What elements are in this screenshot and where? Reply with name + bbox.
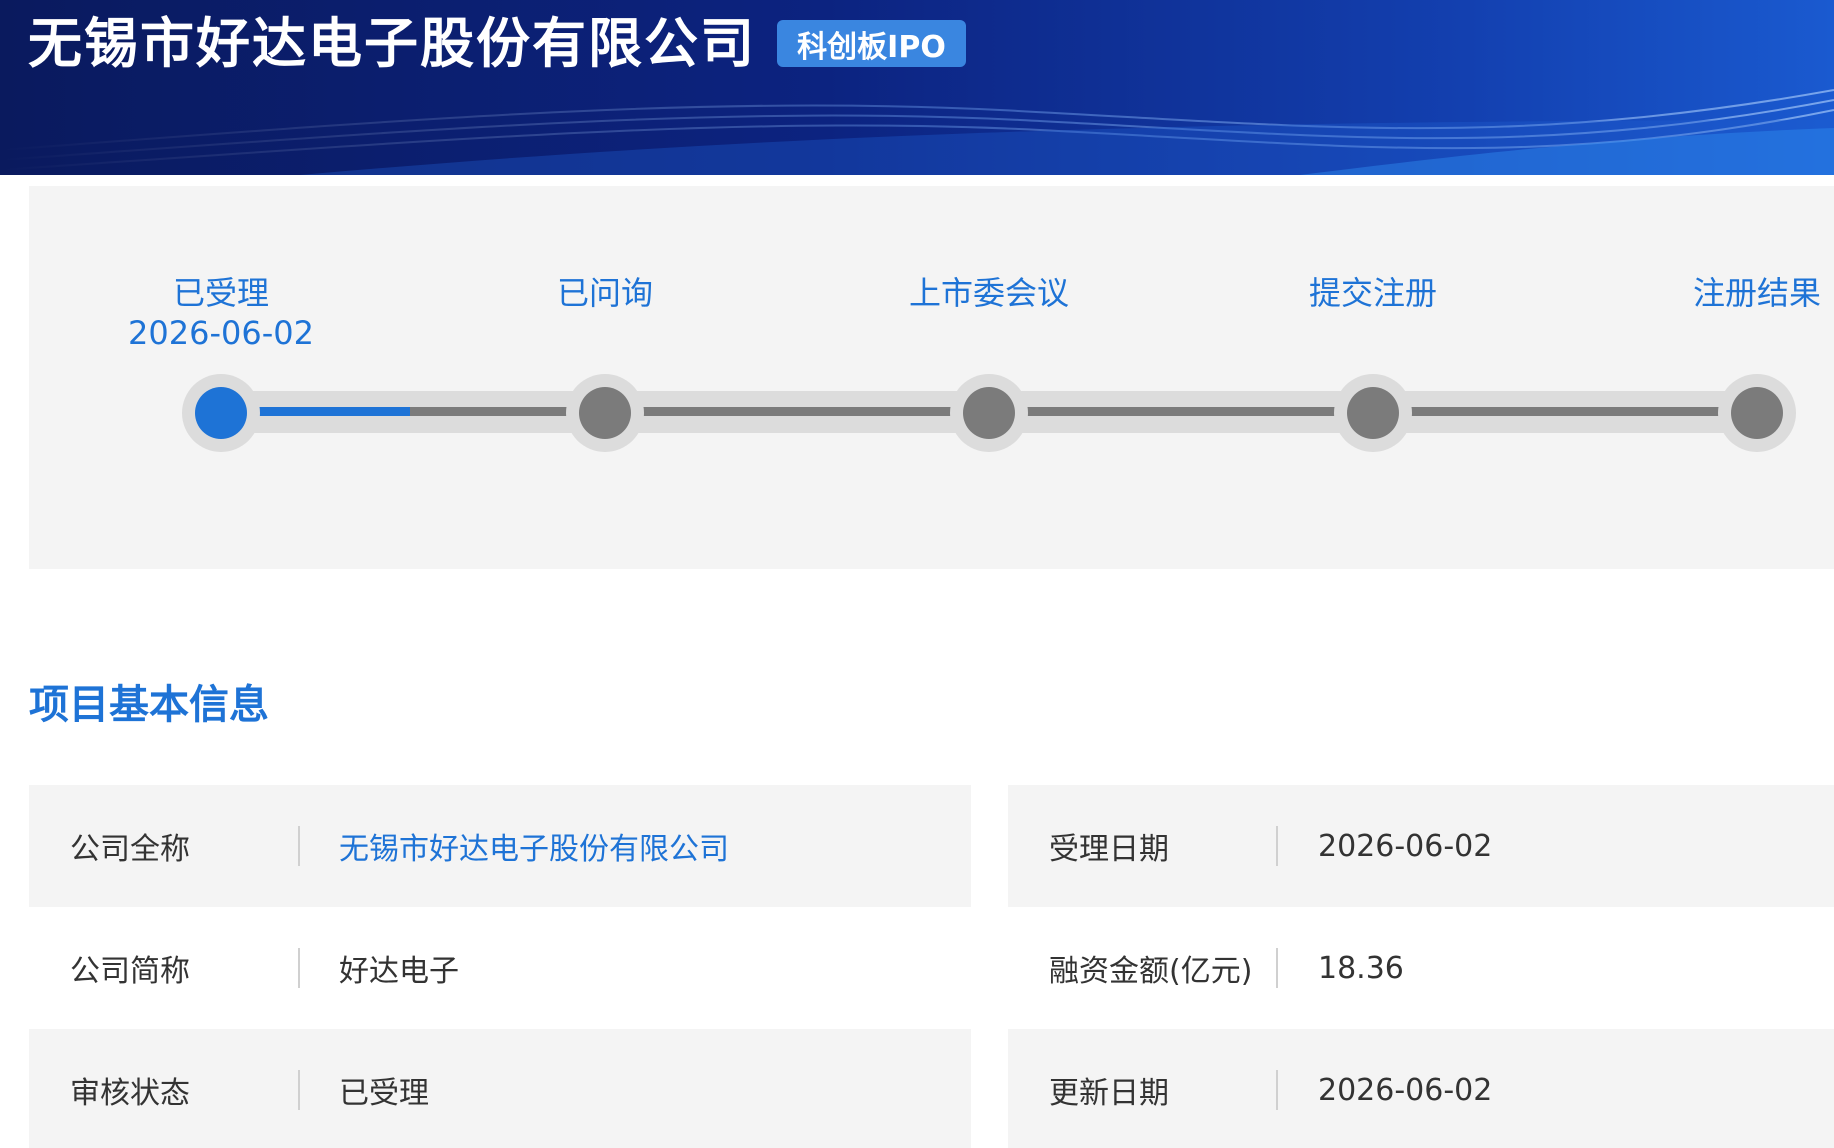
step-dot <box>963 387 1015 439</box>
info-row-update-date: 更新日期 2026-06-02 <box>1008 1029 1834 1148</box>
review-progress-panel: 已受理 2026-06-02 已问询 上市委会议 提交注册 注册结果 <box>29 186 1834 569</box>
info-label: 公司全称 <box>70 832 190 867</box>
step-label-submit-registration: 提交注册 <box>1308 274 1438 312</box>
step-node-inquired <box>566 374 644 452</box>
company-full-name-link[interactable]: 无锡市好达电子股份有限公司 <box>339 824 729 868</box>
step-label-registration-result: 注册结果 <box>1692 274 1822 312</box>
info-value: 2026-06-02 <box>1318 828 1493 864</box>
page-title: 无锡市好达电子股份有限公司 <box>28 12 756 75</box>
info-divider <box>298 826 300 866</box>
step-node-accepted <box>182 374 260 452</box>
board-badge: 科创板IPO <box>777 20 966 67</box>
info-row-financing-amount: 融资金额(亿元) 18.36 <box>1008 907 1834 1029</box>
info-divider <box>298 1070 300 1110</box>
step-label-listing-committee: 上市委会议 <box>908 274 1070 312</box>
info-label: 融资金额(亿元) <box>1049 954 1253 989</box>
ipo-detail-page: 无锡市好达电子股份有限公司 科创板IPO 已受理 2026-06-02 已问询 … <box>0 0 1834 1148</box>
step-dot <box>1731 387 1783 439</box>
step-label-accepted: 已受理 <box>172 274 270 312</box>
info-value: 18.36 <box>1318 950 1404 986</box>
info-value: 已受理 <box>339 1076 429 1111</box>
info-label: 公司简称 <box>70 954 190 989</box>
step-dot <box>579 387 631 439</box>
header-banner: 无锡市好达电子股份有限公司 科创板IPO <box>0 0 1834 175</box>
info-row-review-status: 审核状态 已受理 <box>29 1029 971 1148</box>
info-divider <box>1276 826 1278 866</box>
info-row-accept-date: 受理日期 2026-06-02 <box>1008 785 1834 907</box>
step-date-accepted: 2026-06-02 <box>128 314 314 352</box>
step-node-submit-registration <box>1334 374 1412 452</box>
info-value: 好达电子 <box>339 954 459 989</box>
info-value: 2026-06-02 <box>1318 1072 1493 1108</box>
info-divider <box>298 948 300 988</box>
section-title-basic-info: 项目基本信息 <box>29 682 269 728</box>
step-dot <box>1347 387 1399 439</box>
info-divider <box>1276 1070 1278 1110</box>
info-row-short-name: 公司简称 好达电子 <box>29 907 971 1029</box>
step-node-registration-result <box>1718 374 1796 452</box>
info-label: 更新日期 <box>1049 1076 1169 1111</box>
info-label: 受理日期 <box>1049 832 1169 867</box>
step-dot-active <box>195 387 247 439</box>
info-divider <box>1276 948 1278 988</box>
info-row-full-name: 公司全称 无锡市好达电子股份有限公司 <box>29 785 971 907</box>
step-node-listing-committee <box>950 374 1028 452</box>
step-label-inquired: 已问询 <box>556 274 654 312</box>
info-label: 审核状态 <box>70 1076 190 1111</box>
